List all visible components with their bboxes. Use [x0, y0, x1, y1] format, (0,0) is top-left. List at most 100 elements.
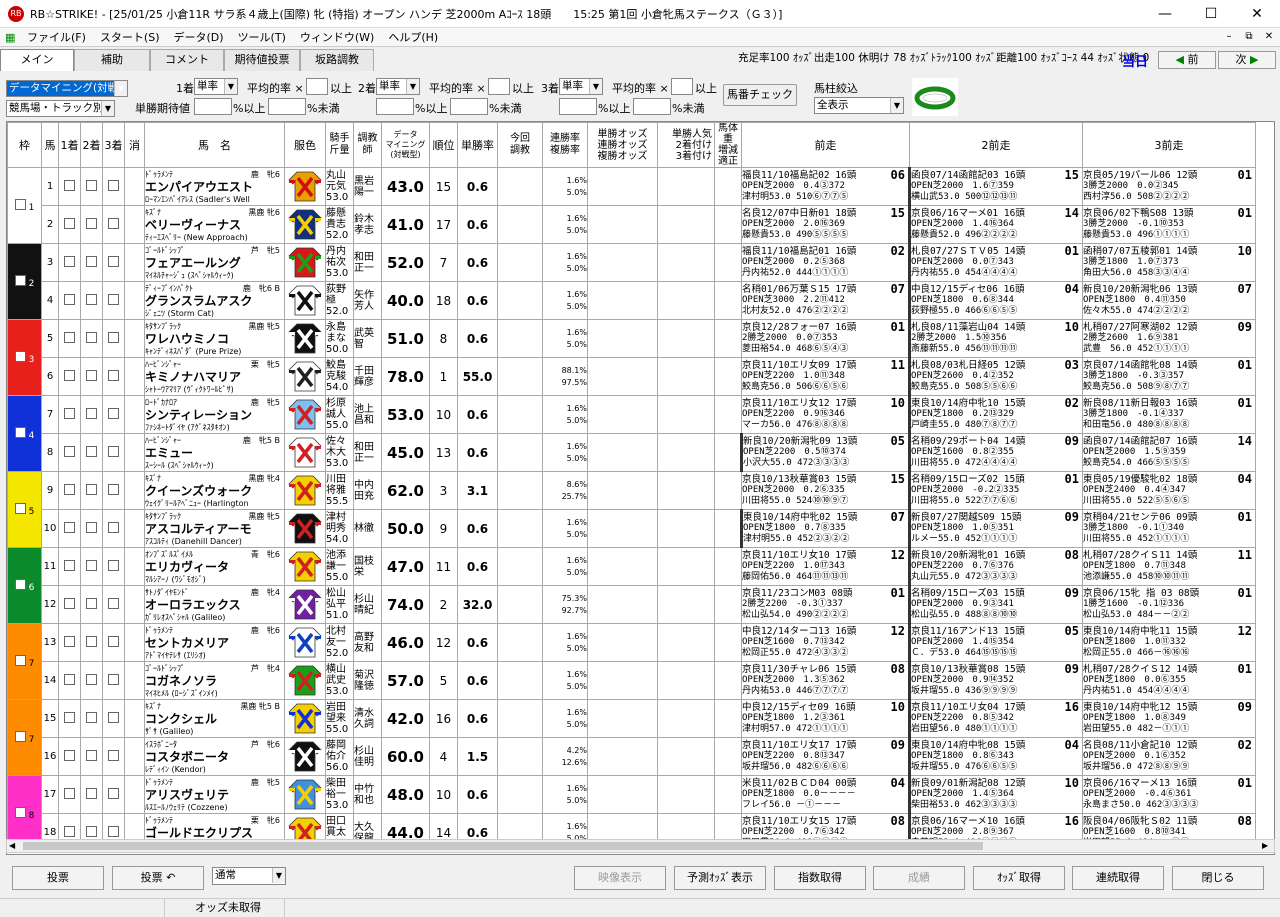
prev-race-3[interactable]: 01 札稍07/28クイＳ12 14頭 OPEN芝1800 0.0⑥355 丹内祐51… — [1082, 661, 1256, 700]
prev-race-1[interactable]: 15 名良12/07中日新01 18頭 OPEN芝2000 2.0⑯369 藤懸貴53… — [741, 205, 910, 244]
menu-help[interactable]: ヘルプ(H) — [381, 29, 445, 45]
horse-row[interactable]: 7 15 ｷｽﾞﾅ 黒鹿 牝5 B コンクシェル ｻﾞｻ (Galileo) 岩田 望来 … — [7, 699, 1256, 776]
second-place-checkbox[interactable] — [86, 483, 97, 495]
second-place-checkbox[interactable] — [86, 787, 97, 799]
minimize-button[interactable]: — — [1142, 0, 1188, 28]
first-place-checkbox[interactable] — [64, 179, 75, 191]
next-button[interactable]: 次 ▶ — [1218, 51, 1276, 69]
prev-race-2[interactable]: 02 東良10/14府中牝10 15頭 OPEN芝1800 0.2⑬329 戸崎圭55… — [908, 395, 1083, 434]
prev-race-3[interactable]: 01 京稍04/21センテ06 09頭 3勝芝1800 -0.1①340 川田将55.… — [1082, 509, 1256, 548]
third-place-checkbox[interactable] — [108, 445, 119, 457]
prev-race-1[interactable]: 07 東良10/14府中牝02 15頭 OPEN芝1800 0.7⑧335 津村明55… — [740, 509, 910, 548]
first-place-checkbox[interactable] — [64, 217, 75, 229]
prev-race-3[interactable]: 02 名良08/11小倉記10 12頭 OPEN芝2000 0.1⑥352 坂井瑠56… — [1082, 737, 1256, 776]
horse-name[interactable]: ベリーヴィーナス — [146, 218, 284, 232]
third-place-checkbox[interactable] — [108, 673, 119, 685]
prev-race-1[interactable]: 08 京良11/30チャレ06 15頭 OPEN芝2000 1.3⑤362 丹内祐53… — [741, 661, 910, 700]
prev-race-3[interactable]: 07 新良10/20新潟牝06 13頭 OPEN芝1800 0.4⑪350 佐々木55… — [1082, 281, 1256, 320]
prev-race-1[interactable]: 02 福良11/10福島記01 16頭 OPEN芝2000 0.2⑤368 丹内祐52… — [741, 243, 910, 282]
second-place-checkbox[interactable] — [86, 293, 97, 305]
first-place-checkbox[interactable] — [64, 293, 75, 305]
horse-name-cell[interactable]: ｵﾝﾌﾞｽﾞﾙｽﾞｲﾒﾙ 青 牝6 エリカヴィータ ﾏﾙｼｱｰﾉ (ﾜｼﾞﾓｵｼﾞ) — [144, 547, 285, 586]
prev-race-1[interactable]: 04 米良11/02ＢＣＤ04 00頭 OPEN芝1800 0.0－－－－ フレイ56… — [741, 775, 910, 814]
horse-name-cell[interactable]: ｲｽﾗﾎﾞﾆｰﾀ 芦 牝6 コスタボニータ ﾚﾃﾞｨｲﾝ (Kendor) — [144, 737, 285, 776]
prev-race-2[interactable]: 08 新良10/20新潟牝01 16頭 OPEN芝2200 0.7⑥376 丸山元55… — [908, 547, 1083, 586]
horse-row[interactable]: 2 ｷｽﾞﾅ 黒鹿 牝6 ベリーヴィーナス ﾃｨｰｴｽﾍﾞﾘｰ (New Approac… — [8, 205, 1256, 244]
prev-race-3[interactable]: 10 函稍07/07五稜郭01 14頭 3勝芝1800 1.0⑦373 角田大56.0… — [1082, 243, 1256, 282]
prev-race-1[interactable]: 05 新良10/20新潟牝09 13頭 OPEN芝2200 0.5⑩374 小沢大55… — [740, 433, 910, 472]
mdi-minimize-icon[interactable]: – — [1220, 28, 1238, 46]
result-button[interactable]: 成績 — [873, 866, 965, 890]
first-place-checkbox[interactable] — [64, 711, 75, 723]
horse-name[interactable]: セントカメリア — [146, 636, 284, 650]
second-place-checkbox[interactable] — [86, 369, 97, 381]
third-place-checkbox[interactable] — [108, 407, 119, 419]
horse-name-cell[interactable]: ﾊｰﾋﾞﾝｼﾞｬｰ 栗 牝5 キミノナハマリア ｼｬﾄｰｳｱﾏﾘｱ (ｳﾞｨｸﾄﾜｰﾙ… — [144, 357, 285, 396]
prev-race-2[interactable]: 01 札良07/27ＳＴＶ05 14頭 OPEN芝2000 0.0⑦343 丹内祐55… — [908, 243, 1083, 282]
place3-rate-input[interactable] — [671, 78, 693, 95]
first-place-checkbox[interactable] — [64, 787, 75, 799]
tab-main[interactable]: メイン — [0, 49, 74, 71]
second-place-checkbox[interactable] — [86, 673, 97, 685]
prev-race-3[interactable]: 11 札稍07/28クイＳ11 14頭 OPEN芝1800 0.7⑪348 池添謙55… — [1082, 547, 1256, 586]
horse-name-cell[interactable]: ｻﾄﾉﾀﾞｲﾔﾓﾝﾄﾞ 鹿 牝4 オーロラエックス ｶﾞﾘﾚｵｽﾍﾟｼｬﾙ (Gali… — [144, 585, 285, 624]
prev-race-3[interactable]: 01 京良07/14函館牝08 14頭 3勝芝1800 -0.3③357 鮫島克56.… — [1082, 357, 1256, 396]
predicted-odds-button[interactable]: 予測ｵｯｽﾞ表示 — [674, 866, 766, 890]
prev-race-3[interactable]: 01 京良06/02下鴨S08 13頭 3勝芝2000 -0.1⑩353 藤懸貴53.… — [1082, 205, 1256, 244]
first-place-checkbox[interactable] — [64, 331, 75, 343]
third-place-checkbox[interactable] — [108, 521, 119, 533]
third-place-checkbox[interactable] — [108, 369, 119, 381]
prev-race-2[interactable]: 09 京良10/13秋華賞08 15頭 OPEN芝2000 0.9⑭352 坂井瑠55… — [908, 661, 1083, 700]
horse-name-cell[interactable]: ﾄﾞｩﾗﾒﾝﾃ 鹿 牝6 エンパイアウエスト ﾛｰﾏﾝｴﾝﾊﾟｲｱﾚｽ (Sadler… — [144, 167, 285, 206]
scrollbar-thumb[interactable] — [23, 842, 983, 850]
third-place-checkbox[interactable] — [108, 787, 119, 799]
prev-race-1[interactable]: 11 京良11/10エリ女09 17頭 OPEN芝2200 1.0⑪348 鮫島克56… — [741, 357, 910, 396]
mdi-restore-icon[interactable]: ⧉ — [1240, 28, 1258, 46]
waku-checkbox[interactable] — [14, 806, 26, 818]
first-place-checkbox[interactable] — [64, 521, 75, 533]
odds-fetch-button[interactable]: ｵｯｽﾞ取得 — [973, 866, 1065, 890]
prev-race-1[interactable]: 06 福良11/10福島記02 16頭 OPEN芝2000 0.4③372 津村明53… — [741, 167, 910, 206]
tab-slope-training[interactable]: 坂路調教 — [300, 49, 374, 71]
expected-min-input[interactable] — [194, 98, 232, 115]
second-place-checkbox[interactable] — [86, 559, 97, 571]
tab-aux[interactable]: 補助 — [74, 49, 150, 71]
third-place-checkbox[interactable] — [108, 825, 119, 837]
first-place-checkbox[interactable] — [64, 445, 75, 457]
horizontal-scrollbar[interactable]: ◀ ▶ — [6, 839, 1275, 853]
third-place-checkbox[interactable] — [108, 217, 119, 229]
third-place-checkbox[interactable] — [108, 293, 119, 305]
horse-row[interactable]: 1 1 ﾄﾞｩﾗﾒﾝﾃ 鹿 牝6 エンパイアウエスト ﾛｰﾏﾝｴﾝﾊﾟｲｱﾚｽ (Sadl… — [7, 167, 1256, 244]
second-place-checkbox[interactable] — [86, 635, 97, 647]
horse-name[interactable]: キミノナハマリア — [146, 370, 284, 384]
horse-row[interactable]: 4 ﾃﾞｨｰﾌﾟｲﾝﾊﾟｸﾄ 鹿 牝6 B グランスラムアスク ｼﾞｪﾆﾂ (Storm… — [8, 281, 1256, 320]
horse-row[interactable]: 5 9 ｷｽﾞﾅ 黒鹿 牝4 クイーンズウォーク ｳｪｲｸﾞﾘｰﾙｱﾍﾞﾆｭｰ (Harl… — [7, 471, 1256, 548]
horse-row[interactable]: 3 5 ｷﾀｻﾝﾌﾞﾗｯｸ 黒鹿 牝5 ワレハウミノコ ｷｬﾝﾃﾞｨﾈｽﾊﾟﾀﾞ (Pur… — [7, 319, 1256, 396]
prev-race-2[interactable]: 14 京良06/16マーメ01 16頭 OPEN芝2000 1.4⑯364 藤懸貴52… — [908, 205, 1083, 244]
mode-select[interactable]: データマイニング(対戦型) ▼ — [6, 80, 128, 97]
expected2-min-input[interactable] — [376, 98, 414, 115]
close-button[interactable]: 閉じる — [1172, 866, 1264, 890]
waku-checkbox[interactable] — [14, 502, 26, 514]
prev-button[interactable]: ◀ 前 — [1158, 51, 1216, 69]
horse-number-check-button[interactable]: 馬番チェック — [723, 84, 797, 106]
second-place-checkbox[interactable] — [86, 179, 97, 191]
expected3-min-input[interactable] — [559, 98, 597, 115]
prev-race-1[interactable]: 07 名稍01/06万葉Ｓ15 17頭 OPEN芝3000 2.2⑪412 北村友52… — [741, 281, 910, 320]
horse-name[interactable]: ワレハウミノコ — [146, 332, 284, 346]
third-place-checkbox[interactable] — [108, 711, 119, 723]
third-place-checkbox[interactable] — [108, 749, 119, 761]
prev-race-3[interactable]: 01 京良06/15牝 指 03 08頭 1勝芝1600 -0.1⑫336 松山弘53… — [1082, 585, 1256, 624]
first-place-checkbox[interactable] — [64, 597, 75, 609]
horse-name[interactable]: コスタボニータ — [146, 750, 284, 764]
horse-row[interactable]: 2 3 ｺﾞｰﾙﾄﾞｼｯﾌﾟ 芦 牝5 フェアエールング ﾏｲﾈﾙﾁｬｰｼﾞｭ (ｽﾍﾟｼ… — [7, 243, 1256, 320]
prev-race-2[interactable]: 09 新良07/27関越S09 15頭 OPEN芝1800 1.0⑤351 ルメー55… — [908, 509, 1083, 548]
second-place-checkbox[interactable] — [86, 521, 97, 533]
prev-race-2[interactable]: 10 札良08/11藻岩山04 14頭 2勝芝2000 1.5⑩356 斎藤新55.0… — [908, 319, 1083, 358]
horse-name[interactable]: オーロラエックス — [146, 598, 284, 612]
second-place-checkbox[interactable] — [86, 711, 97, 723]
place1-bettype-select[interactable]: 単率 ▼ — [194, 78, 238, 95]
horse-name[interactable]: エミュー — [146, 446, 284, 460]
prev-race-3[interactable]: 14 函良07/14函館記07 16頭 OPEN芝2000 1.5⑨359 鮫島克54… — [1082, 433, 1256, 472]
horse-name[interactable]: コガネノソラ — [146, 674, 284, 688]
